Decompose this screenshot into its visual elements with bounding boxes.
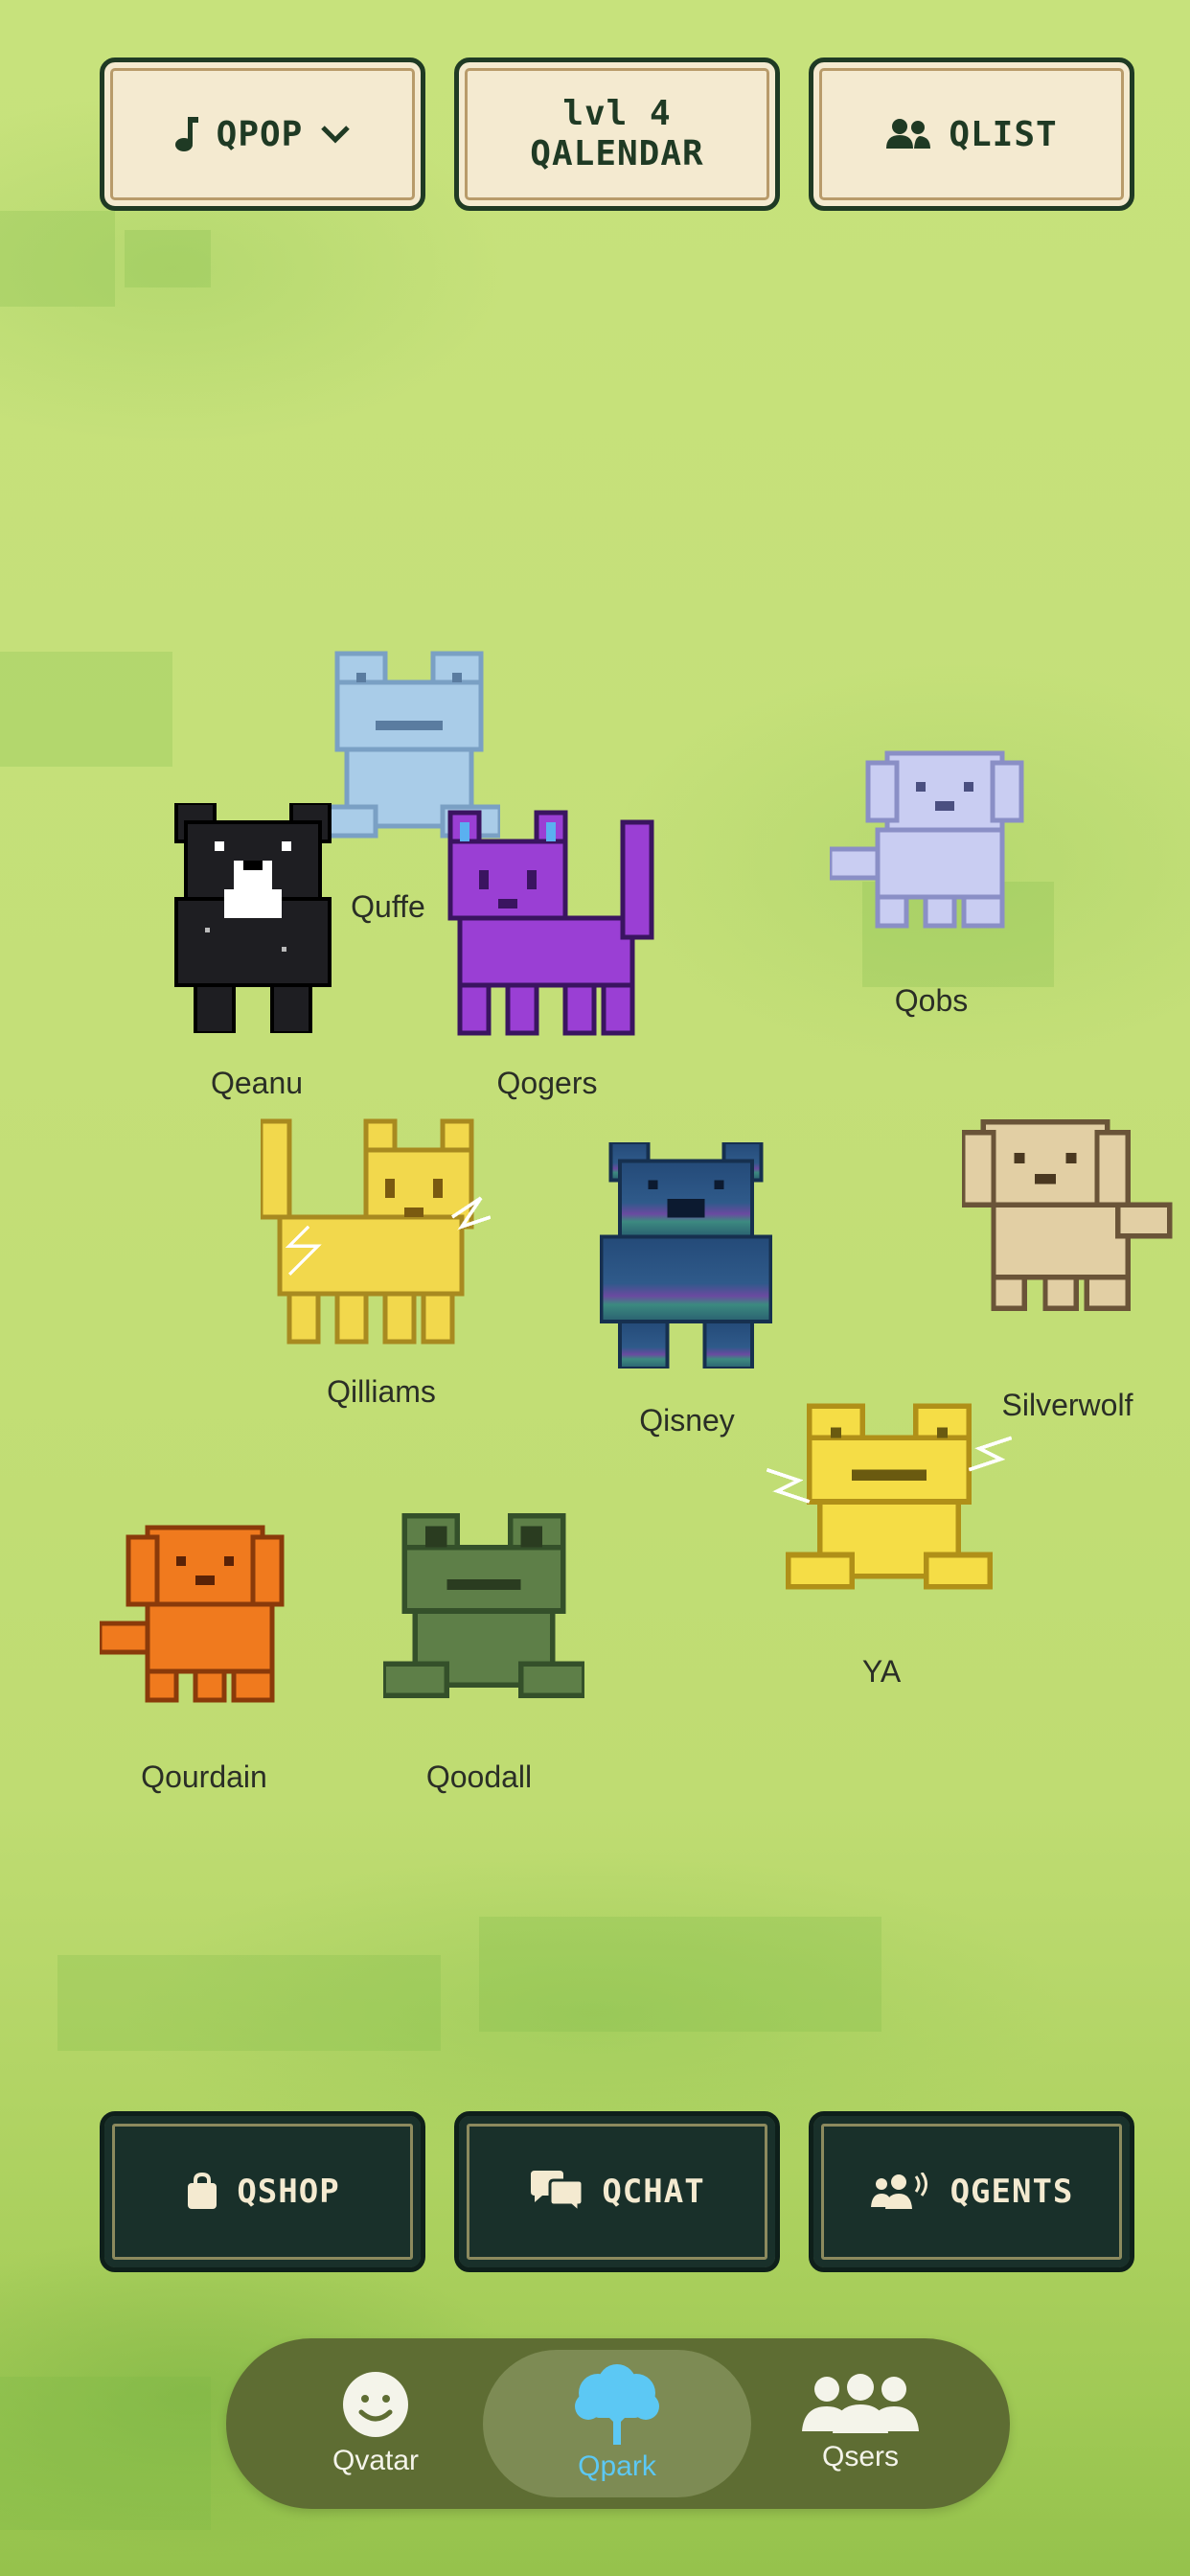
character-qisney[interactable]: [600, 1142, 772, 1368]
character-name: Qeanu: [210, 1066, 304, 1100]
agents-label: QGENTS: [950, 2173, 1074, 2211]
list-label: QLIST: [949, 114, 1058, 154]
chat-label: QCHAT: [602, 2173, 705, 2211]
tab-bar: Qvatar Qpark Qsers: [226, 2338, 1010, 2509]
character-silverwolf[interactable]: [962, 1112, 1180, 1319]
grass-patch: [0, 2377, 211, 2530]
music-note-icon: [174, 115, 199, 153]
character-ya[interactable]: [767, 1395, 1012, 1608]
character-qilliams[interactable]: [261, 1112, 491, 1351]
character-name: Qoodall: [425, 1760, 533, 1794]
tab-qsers[interactable]: Qsers: [726, 2350, 995, 2497]
agents-button[interactable]: QGENTS: [809, 2111, 1134, 2272]
tab-label: Qpark: [578, 2450, 656, 2482]
users-icon: [885, 118, 931, 150]
character-qobs[interactable]: [830, 744, 1031, 935]
tab-qvatar[interactable]: Qvatar: [241, 2350, 510, 2497]
shopping-bag-icon: [185, 2173, 219, 2211]
character-qoodall[interactable]: [383, 1505, 584, 1717]
character-qogers[interactable]: [441, 803, 671, 1043]
character-name: YA: [861, 1654, 902, 1689]
character-name: Quffe: [351, 889, 425, 924]
list-button[interactable]: QLIST: [809, 58, 1134, 211]
calendar-button[interactable]: lvl 4 QALENDAR: [454, 58, 780, 211]
character-name: Silverwolf: [1001, 1388, 1133, 1422]
character-name: Qourdain: [141, 1760, 267, 1794]
character-name: Qisney: [639, 1403, 735, 1438]
music-selector-button[interactable]: QPOP: [100, 58, 425, 211]
people-speaking-icon: [870, 2173, 933, 2211]
character-name: Qilliams: [327, 1374, 436, 1409]
grass-patch: [0, 652, 172, 767]
people-icon: [802, 2374, 919, 2433]
music-label: QPOP: [216, 114, 304, 154]
tab-label: Qsers: [821, 2441, 899, 2472]
character-name: Qobs: [894, 983, 969, 1018]
character-name: Qogers: [496, 1066, 598, 1100]
character-qourdain[interactable]: [100, 1518, 301, 1710]
grass-patch: [479, 1917, 881, 2032]
tree-icon: [575, 2364, 659, 2445]
smiley-icon: [343, 2372, 408, 2437]
shop-button[interactable]: QSHOP: [100, 2111, 425, 2272]
tab-label: Qvatar: [332, 2445, 420, 2476]
grass-patch: [125, 230, 211, 288]
tab-qpark[interactable]: Qpark: [483, 2350, 751, 2497]
calendar-label: QALENDAR: [530, 134, 704, 173]
chat-bubbles-icon: [529, 2171, 584, 2213]
level-label: lvl 4: [562, 94, 672, 133]
grass-patch: [0, 211, 115, 307]
shop-label: QSHOP: [237, 2173, 340, 2211]
chevron-down-icon: [320, 125, 351, 144]
character-qeanu[interactable]: [167, 803, 339, 1033]
grass-patch: [57, 1955, 441, 2051]
chat-button[interactable]: QCHAT: [454, 2111, 780, 2272]
